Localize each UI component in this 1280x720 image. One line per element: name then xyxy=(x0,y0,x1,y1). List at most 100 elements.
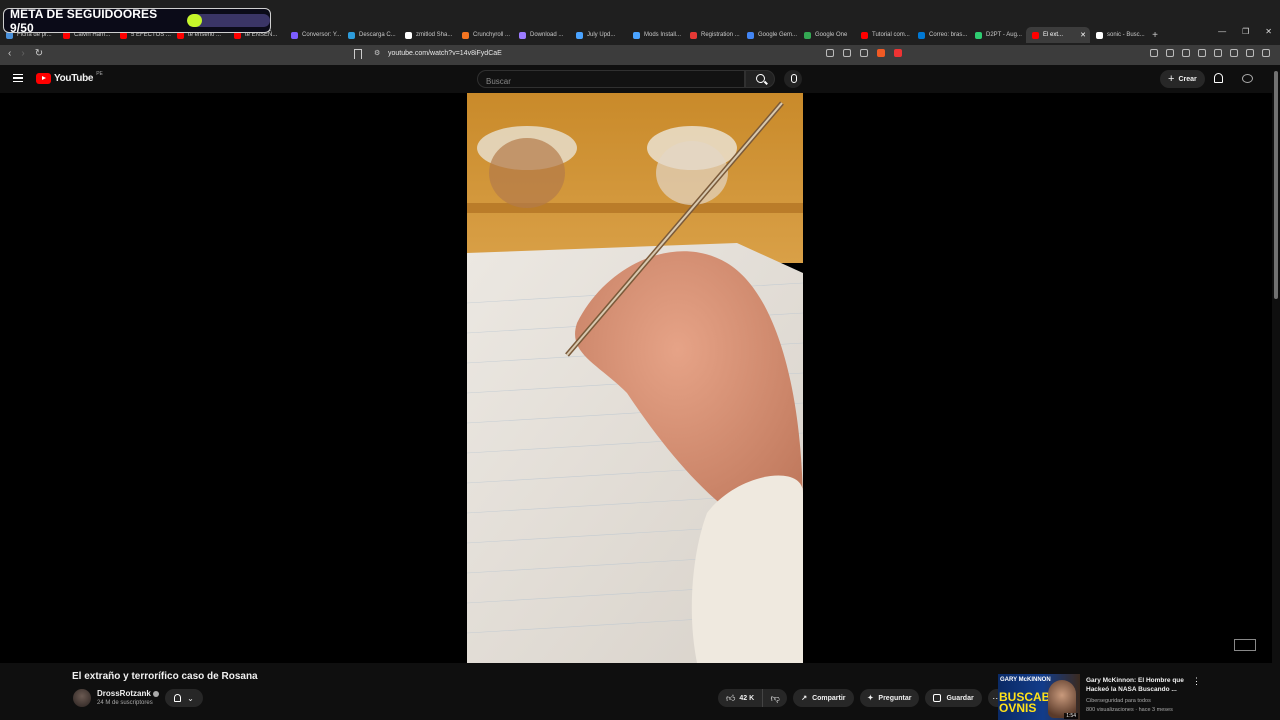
browser-tab[interactable]: D2PT - Aug... xyxy=(969,27,1026,43)
browser-tab[interactable]: El ext... ✕ xyxy=(1026,27,1090,43)
browser-tab[interactable]: Correo: bras... xyxy=(912,27,969,43)
share-icon: ↗ xyxy=(801,695,808,702)
dislike-button[interactable]: 👎︎ xyxy=(763,689,788,707)
page-scrollbar[interactable] xyxy=(1272,65,1280,720)
leo-icon[interactable] xyxy=(1230,49,1238,57)
goal-progress-fill xyxy=(187,14,203,27)
close-tab-icon[interactable]: ✕ xyxy=(1080,31,1086,39)
reload-icon[interactable]: ↻ xyxy=(35,48,43,59)
tab-favicon-icon xyxy=(747,31,754,39)
search-button[interactable] xyxy=(745,70,775,88)
youtube-logo[interactable]: YouTube PE xyxy=(36,71,103,84)
notifications-bell-icon[interactable] xyxy=(1214,73,1223,83)
search-box xyxy=(477,70,745,90)
tab-label: Google Gem... xyxy=(758,32,798,38)
browser-tab[interactable]: Registration ... xyxy=(684,27,741,43)
tab-label: Download ... xyxy=(530,32,564,38)
close-window-icon[interactable]: ✕ xyxy=(1265,27,1272,36)
recommended-channel[interactable]: Ciberseguridad para todos xyxy=(1086,698,1151,704)
restore-icon[interactable]: ❐ xyxy=(1242,27,1249,36)
browser-tab[interactable]: Conversor: Y... xyxy=(285,27,342,43)
recommended-title[interactable]: Gary McKinnon: El Hombre que Hackeó la N… xyxy=(1086,676,1190,694)
extension-icon[interactable] xyxy=(1166,49,1174,57)
bell-icon xyxy=(174,694,182,702)
account-avatar[interactable] xyxy=(1242,74,1253,83)
browser-tab[interactable]: July Upd... xyxy=(570,27,627,43)
tab-favicon-icon xyxy=(1032,31,1039,39)
url-field[interactable]: youtube.com/watch?v=14v8iFydCaE xyxy=(388,50,502,57)
sparkle-icon: ✦ xyxy=(867,695,874,702)
share-page-icon[interactable] xyxy=(860,49,868,57)
recommended-meta: 800 visualizaciones · hace 3 meses xyxy=(1086,707,1173,713)
youtube-play-icon xyxy=(36,73,51,84)
like-button[interactable]: 👍︎ 42 K xyxy=(718,689,764,707)
create-button[interactable]: + Crear xyxy=(1160,70,1205,88)
video-title: El extraño y terrorífico caso de Rosana xyxy=(72,671,258,682)
wallet-icon[interactable] xyxy=(1214,49,1222,57)
video-duration: 1:54 xyxy=(1064,713,1078,719)
forward-icon[interactable]: › xyxy=(21,48,24,59)
miniplayer-icon[interactable] xyxy=(1234,639,1256,651)
recommended-video[interactable]: GARY McKINNON BUSCABA OVNIS 1:54 Gary Mc… xyxy=(998,674,1201,720)
window-controls: — ❐ ✕ xyxy=(1218,27,1272,36)
brave-shield-icon[interactable] xyxy=(877,49,885,57)
scrollbar-thumb[interactable] xyxy=(1274,71,1278,299)
browser-tab[interactable]: zmitlod Sha... xyxy=(399,27,456,43)
minimize-icon[interactable]: — xyxy=(1218,27,1226,36)
tab-label: Crunchyroll ... xyxy=(473,32,511,38)
sidebar-icon[interactable] xyxy=(1198,49,1206,57)
video-still-image xyxy=(467,93,803,663)
browser-tab[interactable]: Google One xyxy=(798,27,855,43)
bookmark-icon[interactable] xyxy=(354,49,362,59)
channel-avatar[interactable] xyxy=(73,689,91,707)
channel-name[interactable]: DrossRotzank xyxy=(97,689,159,698)
tab-label: July Upd... xyxy=(587,32,616,38)
translate-icon[interactable] xyxy=(826,49,834,57)
browser-tab[interactable]: sonic - Busc... xyxy=(1090,27,1147,43)
site-info-icon[interactable]: ⚙ xyxy=(374,49,380,57)
browser-tab[interactable]: Crunchyroll ... xyxy=(456,27,513,43)
new-tab-icon[interactable]: + xyxy=(1147,30,1163,41)
back-icon[interactable]: ‹ xyxy=(8,48,11,59)
tab-favicon-icon xyxy=(804,31,811,39)
search-input[interactable] xyxy=(478,73,744,90)
follower-goal-overlay: META DE SEGUIDOORES 9/50 xyxy=(3,7,271,35)
browser-tab[interactable]: Descarga C... xyxy=(342,27,399,43)
extension-icons xyxy=(1150,49,1270,57)
page-action-icons xyxy=(826,49,902,57)
voice-search-icon[interactable] xyxy=(784,70,802,88)
verified-icon xyxy=(152,690,159,697)
chevron-down-icon: ⌄ xyxy=(187,693,194,703)
recommended-thumbnail[interactable]: GARY McKINNON BUSCABA OVNIS 1:54 xyxy=(998,674,1080,720)
kebab-menu-icon[interactable]: ⋮ xyxy=(1192,676,1201,687)
tab-label: Conversor: Y... xyxy=(302,32,342,38)
tab-label: sonic - Busc... xyxy=(1107,32,1145,38)
video-frame[interactable] xyxy=(467,93,803,663)
tab-label: Mods Install... xyxy=(644,32,682,38)
extension-icon[interactable] xyxy=(1150,49,1158,57)
share-button[interactable]: ↗ Compartir xyxy=(793,689,854,707)
save-button[interactable]: Guardar xyxy=(925,689,982,707)
tab-favicon-icon xyxy=(519,31,526,39)
brave-rewards-icon[interactable] xyxy=(894,49,902,57)
vpn-icon[interactable] xyxy=(1246,49,1254,57)
tab-label: zmitlod Sha... xyxy=(416,32,453,38)
browser-tab[interactable]: Google Gem... xyxy=(741,27,798,43)
browser-tab[interactable]: Tutorial com... xyxy=(855,27,912,43)
tab-label: D2PT - Aug... xyxy=(986,32,1022,38)
subscriber-count: 24 M de suscriptores xyxy=(97,700,153,706)
tab-favicon-icon xyxy=(975,31,982,39)
hamburger-menu-icon[interactable] xyxy=(13,74,23,82)
ask-button[interactable]: ✦ Preguntar xyxy=(859,689,920,707)
like-dislike-group: 👍︎ 42 K 👎︎ xyxy=(718,689,788,707)
music-icon[interactable] xyxy=(1182,49,1190,57)
video-actions: 👍︎ 42 K 👎︎ ↗ Compartir ✦ Preguntar Guard… xyxy=(718,689,1006,707)
subscription-bell-button[interactable]: ⌄ xyxy=(165,689,203,707)
tab-favicon-icon xyxy=(291,31,298,39)
menu-icon[interactable] xyxy=(1262,49,1270,57)
video-player[interactable] xyxy=(0,93,1272,663)
cast-icon[interactable] xyxy=(843,49,851,57)
tab-label: Tutorial com... xyxy=(872,32,910,38)
browser-tab[interactable]: Mods Install... xyxy=(627,27,684,43)
browser-tab[interactable]: Download ... xyxy=(513,27,570,43)
